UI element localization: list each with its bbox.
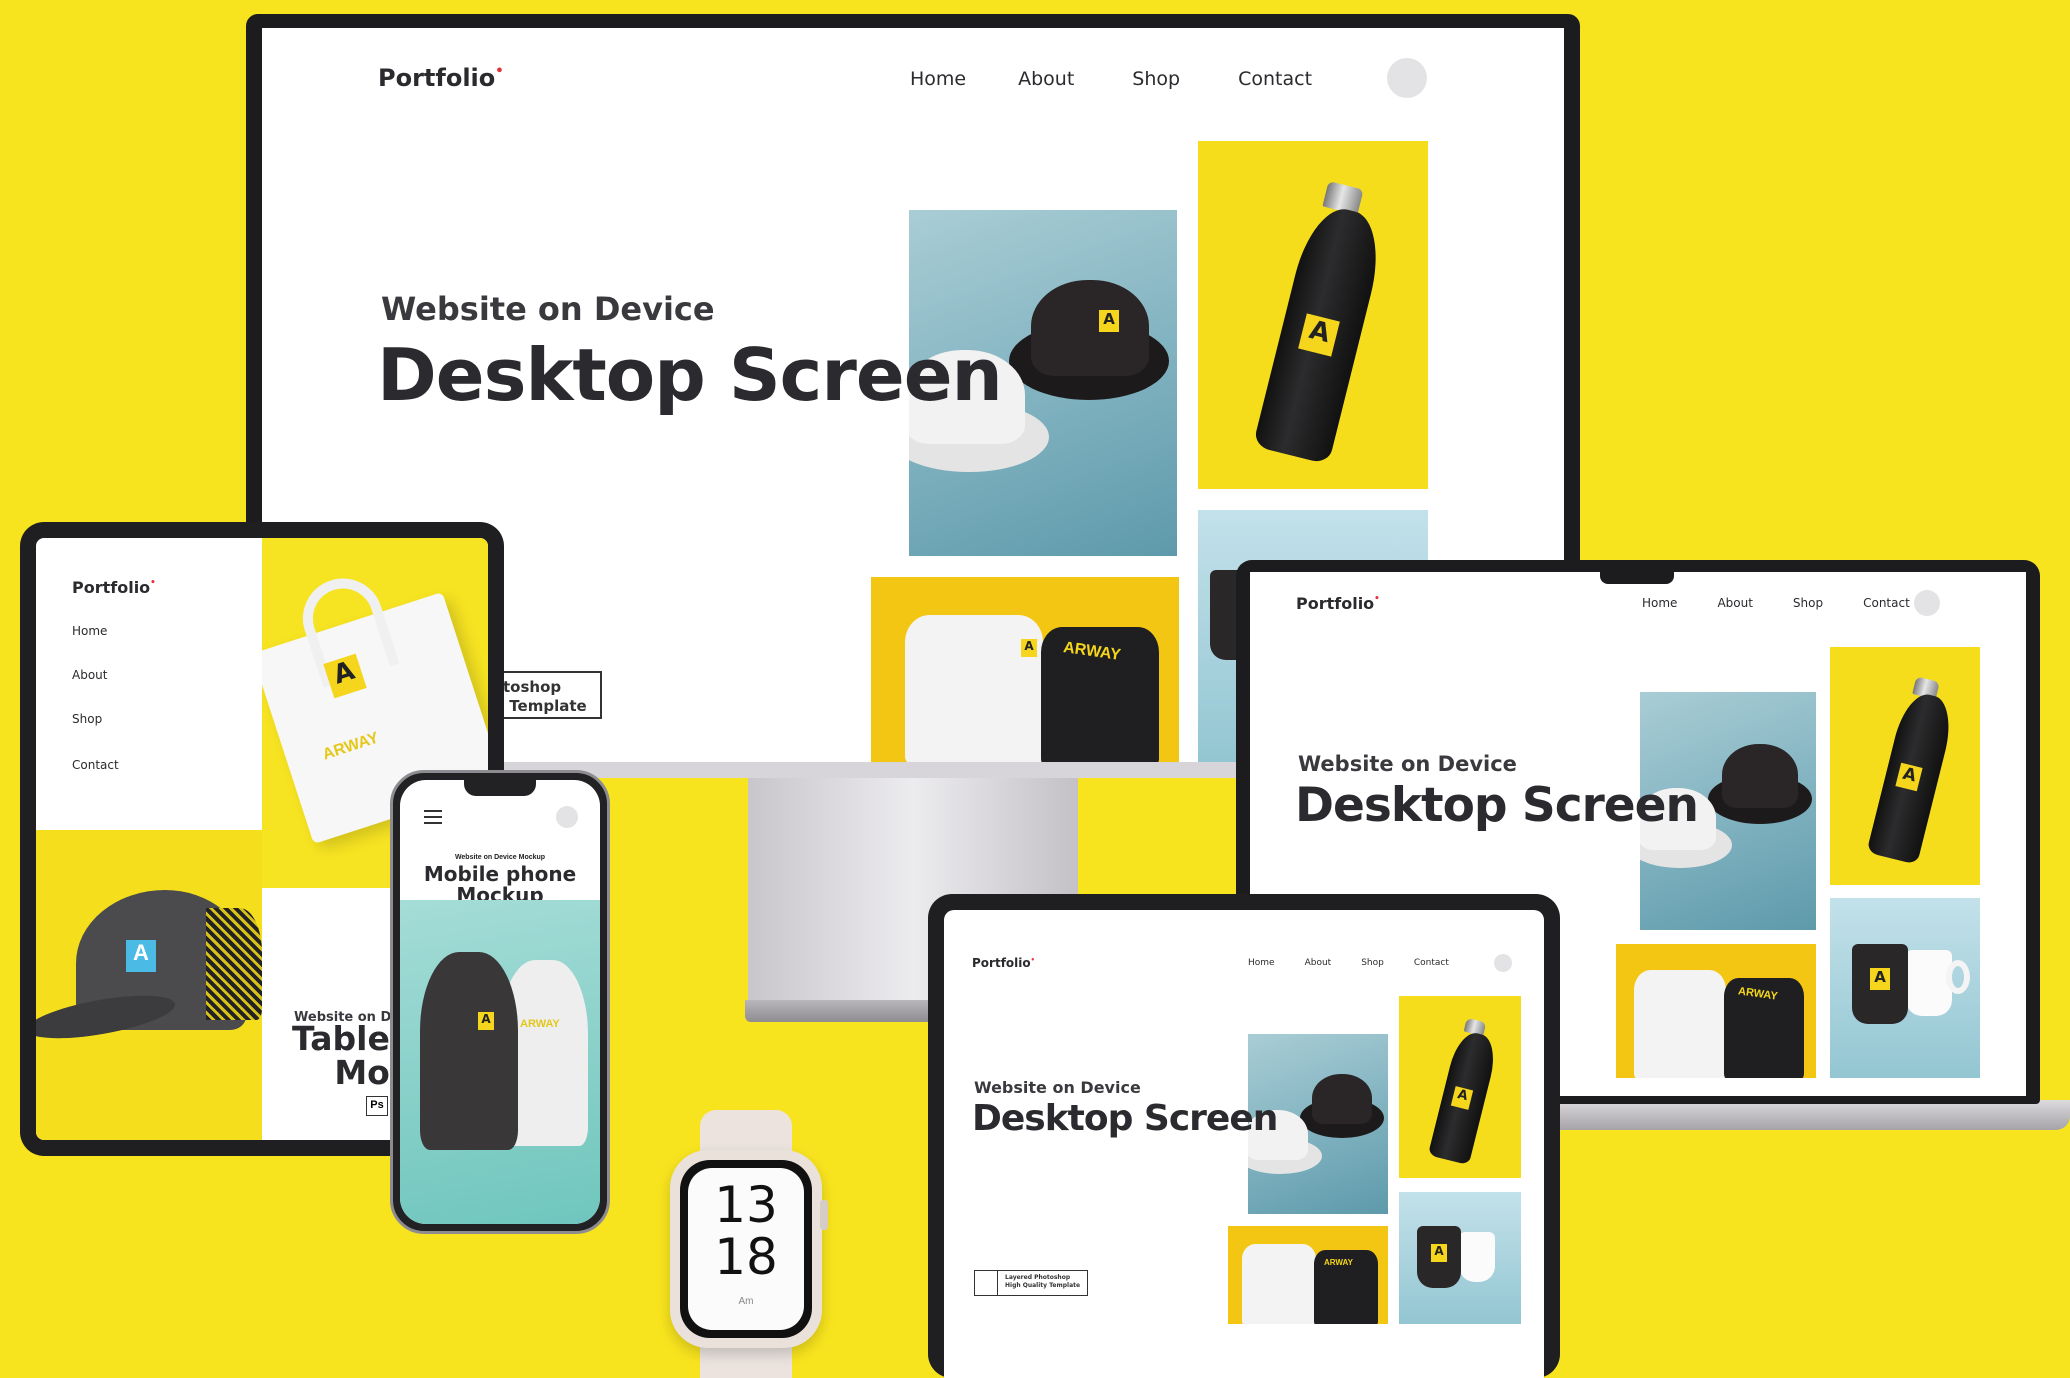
product-tile-bottle[interactable]: A (1830, 647, 1980, 885)
product-tile-polos[interactable]: ARWAY (1228, 1226, 1388, 1324)
coffee-mug-icon (1459, 1232, 1495, 1282)
watch-hour: 13 (714, 1176, 778, 1234)
main-nav: Home About Shop Contact (1248, 958, 1449, 968)
main-nav: Home About Shop Contact (1642, 596, 1910, 610)
tablet-screen: Portfolio• Home About Shop Contact Websi… (944, 910, 1544, 1378)
side-menu: Home About Shop Contact (72, 624, 119, 772)
polo-shirt-white (905, 615, 1043, 762)
hero-title: Table Mo (292, 1019, 390, 1092)
menu-home[interactable]: Home (72, 624, 119, 668)
site-logo[interactable]: Portfolio• (378, 64, 504, 92)
nav-contact[interactable]: Contact (1238, 68, 1312, 90)
avatar[interactable] (556, 806, 578, 828)
product-tile-polos[interactable]: ARWAY (1616, 944, 1816, 1078)
brand-logo-icon: A (126, 940, 156, 972)
site-logo[interactable]: Portfolio• (972, 956, 1035, 970)
nav-contact[interactable]: Contact (1863, 596, 1910, 610)
product-tile-mugs[interactable]: A (1830, 898, 1980, 1078)
hero-subtitle: Website on Device (974, 1078, 1141, 1097)
bucket-hat-black (1312, 1074, 1372, 1124)
brand-logo-icon: A (1431, 1244, 1447, 1262)
avatar[interactable] (1494, 954, 1512, 972)
product-tile-mugs[interactable]: A (1399, 1192, 1521, 1324)
menu-about[interactable]: About (72, 668, 119, 712)
brand-wordmark: ARWAY (1324, 1258, 1353, 1267)
product-tile-hoodies[interactable]: ARWAY A (400, 900, 600, 1224)
nav-shop[interactable]: Shop (1132, 68, 1180, 90)
polo-shirt-white (1242, 1244, 1316, 1324)
product-tile-bottle[interactable]: A (1198, 141, 1428, 489)
coffee-mug-icon (1906, 950, 1952, 1016)
hero-title: Desktop Screen (972, 1098, 1278, 1139)
cap-mesh (206, 908, 262, 1020)
nav-home[interactable]: Home (1248, 958, 1275, 968)
hero-title: Desktop Screen (1295, 778, 1699, 833)
product-tile-polos[interactable]: A ARWAY (871, 577, 1179, 762)
avatar[interactable] (1387, 58, 1427, 98)
mug-handle (1946, 960, 1970, 994)
bucket-hat-black (1722, 744, 1798, 808)
menu-shop[interactable]: Shop (72, 712, 119, 758)
nav-about[interactable]: About (1305, 958, 1332, 968)
watch-period: Am (738, 1296, 754, 1307)
nav-about[interactable]: About (1018, 68, 1074, 90)
main-nav: Home About Shop Contact (910, 68, 1312, 90)
nav-shop[interactable]: Shop (1361, 958, 1384, 968)
phone-notch (464, 780, 536, 796)
menu-contact[interactable]: Contact (72, 758, 119, 772)
hero-title: Desktop Screen (377, 333, 1003, 417)
site-logo[interactable]: Portfolio• (72, 578, 156, 597)
photoshop-badge: Ps (366, 1096, 388, 1116)
avatar[interactable] (1914, 590, 1940, 616)
laptop-notch (1600, 566, 1674, 584)
hero-subtitle: Website on Device (1298, 752, 1517, 776)
nav-home[interactable]: Home (1642, 596, 1677, 610)
product-tile-cap[interactable]: A (36, 830, 262, 1140)
brand-logo-icon: A (1870, 968, 1890, 990)
nav-home[interactable]: Home (910, 68, 966, 90)
phone-subtitle: Website on Device Mockup (454, 854, 546, 861)
brand-wordmark: ARWAY (520, 1018, 560, 1030)
watch-minute: 18 (714, 1228, 778, 1286)
brand-logo-icon: A (1021, 639, 1037, 657)
hoodie-black-icon (420, 952, 518, 1150)
phone-screen: Website on Device Mockup Mobile phone Mo… (400, 780, 600, 1224)
product-tile-bottle[interactable]: A (1399, 996, 1521, 1178)
nav-contact[interactable]: Contact (1414, 958, 1449, 968)
nav-about[interactable]: About (1717, 596, 1752, 610)
bucket-hat-black (1031, 280, 1149, 376)
brand-logo-icon: A (478, 1012, 494, 1030)
hero-subtitle: Website on Device (381, 290, 715, 328)
watch-crown (820, 1200, 828, 1230)
nav-shop[interactable]: Shop (1793, 596, 1823, 610)
watch-face: 13 18 Am (688, 1168, 804, 1330)
polo-shirt-white (1634, 970, 1726, 1078)
badge-icon-box (974, 1270, 998, 1296)
watch-screen: 13 18 Am (680, 1160, 812, 1338)
hamburger-icon[interactable] (424, 810, 442, 824)
site-logo[interactable]: Portfolio• (1296, 594, 1380, 613)
brand-logo-icon: A (1099, 310, 1119, 332)
